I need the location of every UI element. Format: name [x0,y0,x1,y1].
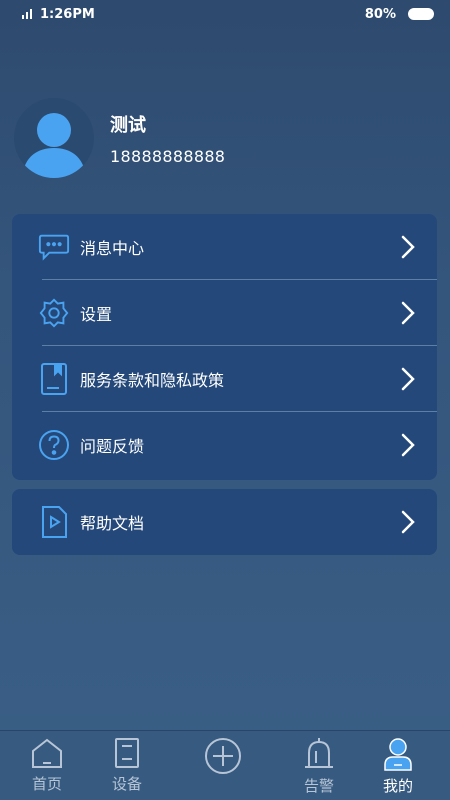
status-time: 1:26PM [40,6,95,22]
user-icon [384,738,412,771]
chevron-right-icon [401,235,415,259]
tab-devices[interactable]: 设备 [97,737,157,794]
device-icon [115,738,139,768]
tab-home[interactable]: 首页 [17,737,77,794]
bottom-tab-bar: 首页 设备 告警 我的 [0,730,450,800]
question-icon [38,429,70,461]
menu-item-messages[interactable]: 消息中心 [12,214,437,280]
profile-name: 测试 [110,114,146,136]
chat-bubble-icon [38,231,70,263]
menu-card: 消息中心 设置 服务条款和隐私政策 问题反馈 [12,214,437,480]
tab-label: 设备 [111,775,142,793]
tab-add[interactable] [193,737,253,779]
chevron-right-icon [401,301,415,325]
menu-item-feedback[interactable]: 问题反馈 [12,412,437,478]
menu-item-settings[interactable]: 设置 [12,280,437,346]
menu-item-label: 帮助文档 [80,514,145,533]
profile-header[interactable]: 测试 18888888888 [14,98,225,178]
signal-icon [22,9,32,19]
tab-mine[interactable]: 我的 [368,737,428,796]
tab-label: 告警 [303,777,334,795]
help-card: 帮助文档 [12,489,437,555]
menu-item-terms-privacy[interactable]: 服务条款和隐私政策 [12,346,437,412]
battery-percent: 80% [364,6,396,22]
book-icon [38,363,70,395]
add-circle-icon [205,738,241,774]
chevron-right-icon [401,510,415,534]
menu-item-label: 服务条款和隐私政策 [80,371,225,390]
tab-label: 我的 [382,777,413,795]
menu-item-label: 问题反馈 [80,437,145,456]
chevron-right-icon [401,433,415,457]
status-bar: 1:26PM 80% [0,0,450,28]
avatar[interactable] [14,98,94,178]
menu-item-label: 消息中心 [80,239,145,258]
chevron-right-icon [401,367,415,391]
alarm-bell-icon [305,738,333,768]
menu-item-label: 设置 [80,305,113,324]
tab-label: 首页 [31,775,62,793]
user-avatar-icon [22,113,86,178]
document-play-icon [38,506,70,538]
profile-phone: 18888888888 [110,146,226,166]
menu-item-help-docs[interactable]: 帮助文档 [12,489,437,555]
gear-icon [38,297,70,329]
tab-alarms[interactable]: 告警 [289,737,349,796]
home-icon [32,738,62,768]
battery-icon [408,8,434,20]
